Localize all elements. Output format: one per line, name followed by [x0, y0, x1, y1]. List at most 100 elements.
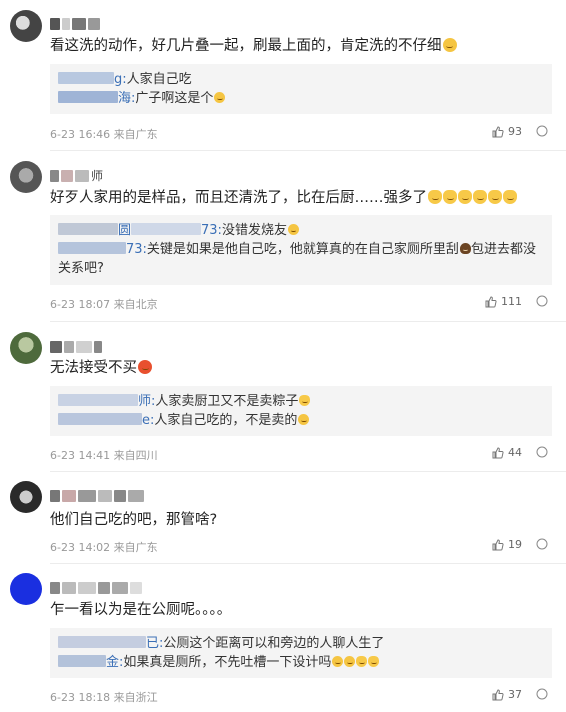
more-circle-icon[interactable] — [536, 446, 548, 458]
reply-line[interactable]: 圆 73:没错发烧友 — [58, 221, 544, 240]
reply-text: 人家自己吃的，不是卖的 — [154, 413, 298, 428]
emoji-icon — [214, 92, 226, 103]
reply-box[interactable]: 圆 73:没错发烧友 73:关键是如果是他自己吃，他就算真的在自己家厕所里刮 包进去… — [50, 215, 552, 285]
like-count: 44 — [508, 446, 522, 459]
comment-time: 6-23 16:46 — [50, 128, 111, 141]
emoji-icon — [299, 395, 311, 406]
poop-emoji-icon — [459, 243, 471, 254]
comment-time: 6-23 14:02 — [50, 541, 111, 554]
reply-text: 人家自己吃 — [126, 72, 192, 87]
comment-location: 来自浙江 — [113, 691, 158, 704]
reply-text: 关键是如果是他自己吃，他就算真的在自己家厕所里刮 — [146, 242, 459, 257]
comment-location: 来自广东 — [113, 128, 158, 141]
reply-user[interactable]: g: — [114, 72, 127, 87]
comment-meta: 6-23 14:41 来自四川 — [50, 447, 158, 463]
reply-line[interactable]: 金:如果真是厕所，不先吐槽一下设计吗 — [58, 653, 544, 672]
reply-user[interactable]: 已: — [146, 636, 163, 651]
comment-text: 乍一看以为是在公厕呢。。。。 — [50, 602, 232, 618]
emoji-icon — [458, 190, 472, 204]
comment-text: 他们自己吃的吧，那管啥? — [50, 512, 218, 528]
username-blurred[interactable] — [50, 336, 104, 353]
comment-location: 来自四川 — [113, 449, 158, 462]
emoji-icon — [473, 190, 487, 204]
thumbs-up-icon — [492, 446, 504, 458]
comment-meta: 6-23 14:02 来自广东 — [50, 539, 158, 555]
avatar[interactable] — [10, 573, 42, 605]
emoji-icon — [488, 190, 502, 204]
like-button[interactable]: 37 — [492, 688, 522, 701]
emoji-icon — [298, 414, 310, 425]
reply-user[interactable]: 海: — [118, 91, 135, 106]
like-count: 111 — [501, 295, 522, 308]
comment-text: 无法接受不买 — [50, 358, 152, 378]
comment-text: 好歹人家用的是样品，而且还清洗了，比在后厨……强多了 — [50, 188, 517, 208]
reply-box[interactable]: 师:人家卖厨卫又不是卖粽子 e:人家自己吃的，不是卖的 — [50, 386, 552, 436]
emoji-icon — [344, 656, 356, 667]
reply-user[interactable]: e: — [142, 413, 154, 428]
thumbs-up-icon — [492, 538, 504, 550]
avatar[interactable] — [10, 10, 42, 42]
emoji-icon — [443, 190, 457, 204]
like-count: 93 — [508, 125, 522, 138]
reply-text: 广子啊这是个 — [135, 91, 214, 106]
like-button[interactable]: 44 — [492, 446, 522, 459]
like-button[interactable]: 111 — [485, 295, 522, 308]
emoji-icon — [332, 656, 344, 667]
like-button[interactable]: 93 — [492, 125, 522, 138]
reply-line[interactable]: g:人家自己吃 — [58, 70, 544, 89]
reply-line-cont: 关系吧? — [58, 261, 104, 276]
more-circle-icon[interactable] — [536, 125, 548, 137]
reply-user[interactable]: 师: — [138, 394, 155, 409]
username-blurred[interactable] — [50, 13, 102, 30]
like-count: 37 — [508, 688, 522, 701]
more-circle-icon[interactable] — [536, 538, 548, 550]
like-button[interactable]: 19 — [492, 538, 522, 551]
reply-line[interactable]: e:人家自己吃的，不是卖的 — [58, 411, 544, 430]
thumbs-up-icon — [492, 688, 504, 700]
reply-text: 人家卖厨卫又不是卖粽子 — [155, 394, 299, 409]
emoji-icon — [503, 190, 517, 204]
reply-text: 公厕这个距离可以和旁边的人聊人生了 — [163, 636, 385, 651]
reply-box[interactable]: 已:公厕这个距离可以和旁边的人聊人生了 金:如果真是厕所，不先吐槽一下设计吗 — [50, 628, 552, 678]
avatar[interactable] — [10, 161, 42, 193]
emoji-icon — [356, 656, 368, 667]
emoji-icon — [287, 224, 299, 235]
reply-box[interactable]: g:人家自己吃 海:广子啊这是个 — [50, 64, 552, 114]
username-blurred[interactable] — [50, 485, 146, 502]
avatar[interactable] — [10, 332, 42, 364]
more-circle-icon[interactable] — [536, 688, 548, 700]
username-blurred[interactable] — [50, 577, 144, 594]
comment-time: 6-23 18:07 — [50, 298, 111, 311]
reply-line[interactable]: 73:关键是如果是他自己吃，他就算真的在自己家厕所里刮 包进去都没 — [58, 240, 544, 259]
comment-location: 来自北京 — [113, 298, 158, 311]
reply-line[interactable]: 师:人家卖厨卫又不是卖粽子 — [58, 392, 544, 411]
emoji-icon — [442, 38, 457, 52]
emoji-icon — [368, 656, 380, 667]
username-visible-char: 师 — [91, 169, 104, 183]
comment-location: 来自广东 — [113, 541, 158, 554]
comment-time: 6-23 18:18 — [50, 691, 111, 704]
emoji-icon — [138, 360, 152, 374]
like-count: 19 — [508, 538, 522, 551]
reply-user[interactable]: 73: — [126, 242, 147, 257]
thumbs-up-icon — [492, 125, 504, 137]
divider — [50, 150, 566, 151]
divider — [50, 321, 566, 322]
reply-line[interactable]: 海:广子啊这是个 — [58, 89, 544, 108]
thumbs-up-icon — [485, 295, 497, 307]
reply-text: 如果真是厕所，不先吐槽一下设计吗 — [123, 655, 332, 670]
reply-line[interactable]: 已:公厕这个距离可以和旁边的人聊人生了 — [58, 634, 544, 653]
more-circle-icon[interactable] — [536, 295, 548, 307]
divider — [50, 471, 566, 472]
comment-meta: 6-23 18:18 来自浙江 — [50, 689, 158, 705]
reply-text: 没错发烧友 — [221, 223, 287, 238]
reply-user[interactable]: 73: — [201, 223, 222, 238]
comment-meta: 6-23 18:07 来自北京 — [50, 296, 158, 312]
comment-time: 6-23 14:41 — [50, 449, 111, 462]
username-blurred[interactable]: 师 — [50, 165, 105, 183]
reply-user[interactable]: 金: — [106, 655, 123, 670]
divider — [50, 563, 566, 564]
comment-text: 看这洗的动作，好几片叠一起，刷最上面的，肯定洗的不仔细 — [50, 36, 457, 56]
avatar[interactable] — [10, 481, 42, 513]
emoji-icon — [428, 190, 442, 204]
